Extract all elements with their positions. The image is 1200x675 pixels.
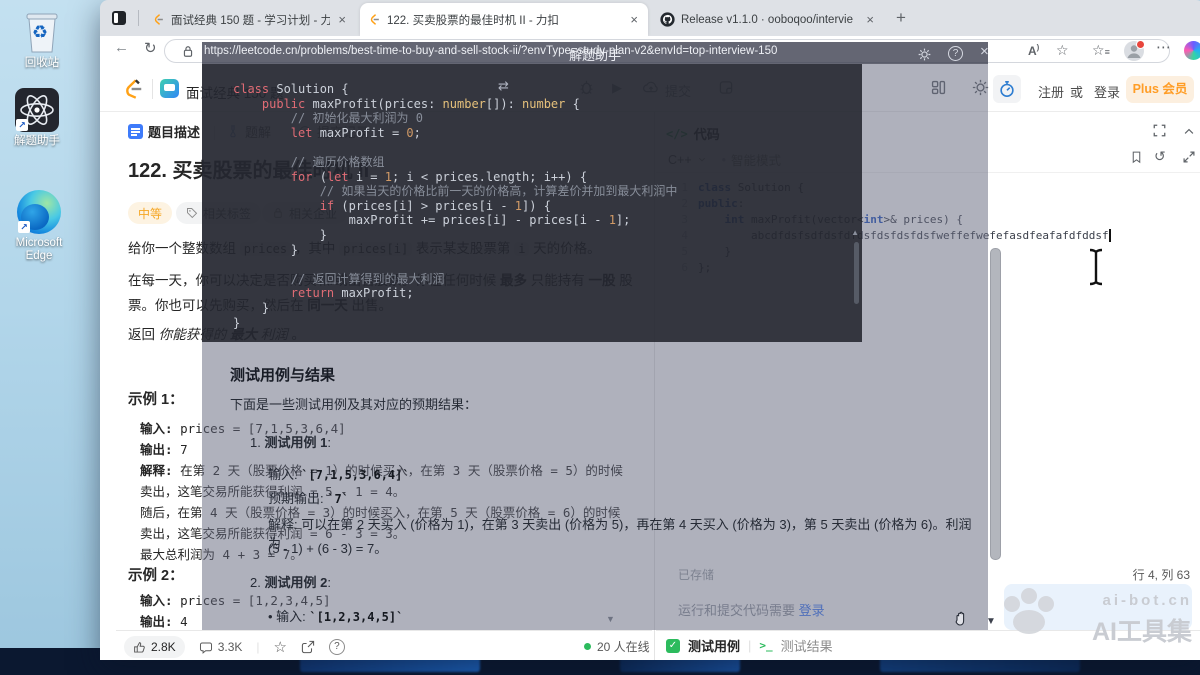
register-link[interactable]: 注册 bbox=[1038, 82, 1064, 101]
new-tab-button[interactable]: + bbox=[896, 8, 906, 28]
online-dot-icon bbox=[584, 643, 591, 650]
tab-testresult[interactable]: 测试结果 bbox=[781, 636, 833, 655]
github-favicon bbox=[660, 12, 675, 27]
watermark-paw-icon bbox=[1000, 586, 1058, 638]
expand-icon[interactable] bbox=[1182, 150, 1196, 164]
desktop-icon-recycle-bin[interactable]: ♻ 回收站 bbox=[11, 6, 73, 70]
profile-avatar[interactable] bbox=[1124, 41, 1144, 61]
testcase1-input: 输入: `[7,1,5,3,6,4]` bbox=[268, 464, 410, 483]
assistant-help-icon[interactable]: ? bbox=[948, 46, 963, 61]
comment-bubble-icon bbox=[199, 641, 213, 654]
testcase2-title: 2. 测试用例 2: bbox=[250, 572, 331, 591]
tab-title: Release v1.1.0 · ooboqoo/intervie bbox=[681, 14, 858, 26]
recycle-bin-icon: ♻ bbox=[20, 6, 64, 54]
watermark-line2: AI工具集 bbox=[1060, 612, 1192, 648]
tests-intro: 下面是一些测试用例及其对应的预期结果： bbox=[230, 394, 477, 413]
codeblock-scroll-up-icon[interactable]: ▲ bbox=[851, 228, 859, 237]
leetcode-logo[interactable] bbox=[122, 77, 144, 101]
assistant-overlay-window[interactable]: 解题助手 ? × ⇄ class Solution { public maxPr… bbox=[202, 42, 988, 630]
collections-icon[interactable]: ☆≡ bbox=[1092, 42, 1109, 59]
tab-study-plan[interactable]: 面试经典 150 题 - 学习计划 - 力扣 × bbox=[144, 5, 356, 34]
reset-code-icon[interactable]: ↺ bbox=[1154, 148, 1166, 165]
tab-close-icon[interactable]: × bbox=[336, 12, 348, 27]
bookmark-icon[interactable] bbox=[1130, 150, 1143, 164]
hand-cursor-icon bbox=[952, 610, 972, 630]
assistant-solution-code: class Solution { public maxProfit(prices… bbox=[233, 82, 677, 330]
desktop-icon-jieti-assistant[interactable]: ↗ 解题助手 bbox=[6, 88, 68, 148]
tab-problem-active[interactable]: 122. 买卖股票的最佳时机 II - 力扣 × bbox=[360, 3, 648, 36]
assistant-close-icon[interactable]: × bbox=[980, 43, 989, 60]
example1-label: 示例 1： bbox=[128, 388, 184, 409]
desktop-screen: ♻ 回收站 ↗ 解题助手 ↗ Microsoft Edge bbox=[0, 0, 1200, 675]
tab-testcase[interactable]: 测试用例 bbox=[688, 636, 740, 655]
desktop-icon-edge[interactable]: ↗ Microsoft Edge bbox=[8, 190, 70, 263]
tests-heading: 测试用例与结果 bbox=[230, 364, 335, 385]
description-icon bbox=[128, 124, 143, 139]
difficulty-badge: 中等 bbox=[128, 202, 172, 224]
tab-actions-button[interactable] bbox=[108, 7, 130, 29]
share-icon[interactable] bbox=[301, 640, 315, 654]
example2-label: 示例 2： bbox=[128, 564, 184, 585]
testcase-check-icon: ✓ bbox=[666, 639, 680, 653]
assistant-settings-gear-icon[interactable] bbox=[918, 48, 931, 61]
ibeam-cursor bbox=[1086, 248, 1106, 286]
copilot-icon[interactable] bbox=[1184, 41, 1200, 60]
like-button[interactable]: 2.8K bbox=[124, 636, 185, 658]
notification-dot bbox=[1136, 40, 1145, 49]
login-link[interactable]: 登录 bbox=[1094, 82, 1120, 101]
overlay-scrollbar-thumb[interactable] bbox=[990, 248, 1001, 560]
console-tabs: ✓ 测试用例 | >_ 测试结果 bbox=[666, 636, 833, 655]
shortcut-arrow-icon: ↗ bbox=[18, 221, 30, 233]
assistant-code-block: ⇄ class Solution { public maxProfit(pric… bbox=[202, 64, 862, 342]
terminal-icon: >_ bbox=[759, 639, 772, 652]
overlay-scroll-down-icon[interactable]: ▼ bbox=[986, 616, 996, 627]
desktop-icon-label: 解题助手 bbox=[6, 135, 68, 148]
lock-icon bbox=[182, 45, 194, 58]
testcase2-input: • 输入: `[1,2,3,4,5]` bbox=[268, 606, 403, 625]
cursor-position: 行 4, 列 63 bbox=[1100, 566, 1190, 583]
back-button[interactable]: ← bbox=[114, 39, 129, 56]
study-plan-icon[interactable] bbox=[160, 79, 179, 98]
tag-icon bbox=[186, 207, 198, 219]
leetcode-favicon bbox=[152, 12, 165, 27]
stopwatch-icon bbox=[998, 80, 1016, 98]
atom-app-icon: ↗ bbox=[15, 88, 59, 132]
footer-divider bbox=[116, 630, 652, 631]
url-text[interactable]: https://leetcode.cn/problems/best-time-t… bbox=[204, 45, 777, 57]
tab-problem-description[interactable]: 题目描述 bbox=[128, 122, 200, 141]
online-count: 20 人在线 bbox=[584, 638, 650, 655]
fullscreen-icon[interactable] bbox=[1152, 123, 1167, 138]
tab-title: 122. 买卖股票的最佳时机 II - 力扣 bbox=[387, 12, 622, 28]
tests-scroll-hint-icon: ▼ bbox=[606, 614, 615, 624]
testcase1-title: 1. 测试用例 1: bbox=[250, 432, 331, 451]
read-aloud-icon[interactable]: A) bbox=[1028, 43, 1039, 58]
codeblock-scrollbar-thumb[interactable] bbox=[854, 242, 859, 304]
thumbs-up-icon bbox=[133, 641, 146, 654]
timer-button[interactable] bbox=[993, 75, 1021, 103]
testcase1-expected: 预期输出: `7` bbox=[268, 488, 349, 507]
comments-button[interactable]: 3.3K bbox=[199, 640, 243, 654]
favorite-star-icon[interactable]: ☆ bbox=[1056, 42, 1069, 59]
tab-close-icon[interactable]: × bbox=[628, 12, 640, 27]
shortcut-arrow-icon: ↗ bbox=[16, 119, 28, 131]
feedback-help-icon[interactable]: ? bbox=[329, 639, 345, 655]
problem-footer: 2.8K 3.3K | ☆ ? bbox=[124, 636, 345, 658]
or-text: 或 bbox=[1070, 82, 1083, 101]
desktop-icon-label: Microsoft Edge bbox=[8, 237, 70, 263]
tab-github-release[interactable]: Release v1.1.0 · ooboqoo/intervie × bbox=[652, 5, 884, 34]
leetcode-favicon bbox=[368, 12, 381, 27]
plus-member-button[interactable]: Plus 会员 bbox=[1126, 76, 1194, 103]
tab-title: 面试经典 150 题 - 学习计划 - 力扣 bbox=[171, 12, 330, 28]
collapse-chevron-up-icon[interactable] bbox=[1182, 125, 1196, 138]
watermark-line1: ai-bot.cn bbox=[1060, 592, 1192, 609]
tab-close-icon[interactable]: × bbox=[864, 12, 876, 27]
refresh-button[interactable]: ↻ bbox=[144, 39, 157, 57]
tab-divider bbox=[138, 10, 139, 26]
testcase1-explanation-2: (5 - 1) + (6 - 3) = 7。 bbox=[268, 538, 387, 557]
favorite-problem-icon[interactable]: ☆ bbox=[274, 638, 287, 656]
desktop-icon-label: 回收站 bbox=[11, 57, 73, 70]
browser-menu-icon[interactable]: ⋯ bbox=[1156, 38, 1171, 56]
